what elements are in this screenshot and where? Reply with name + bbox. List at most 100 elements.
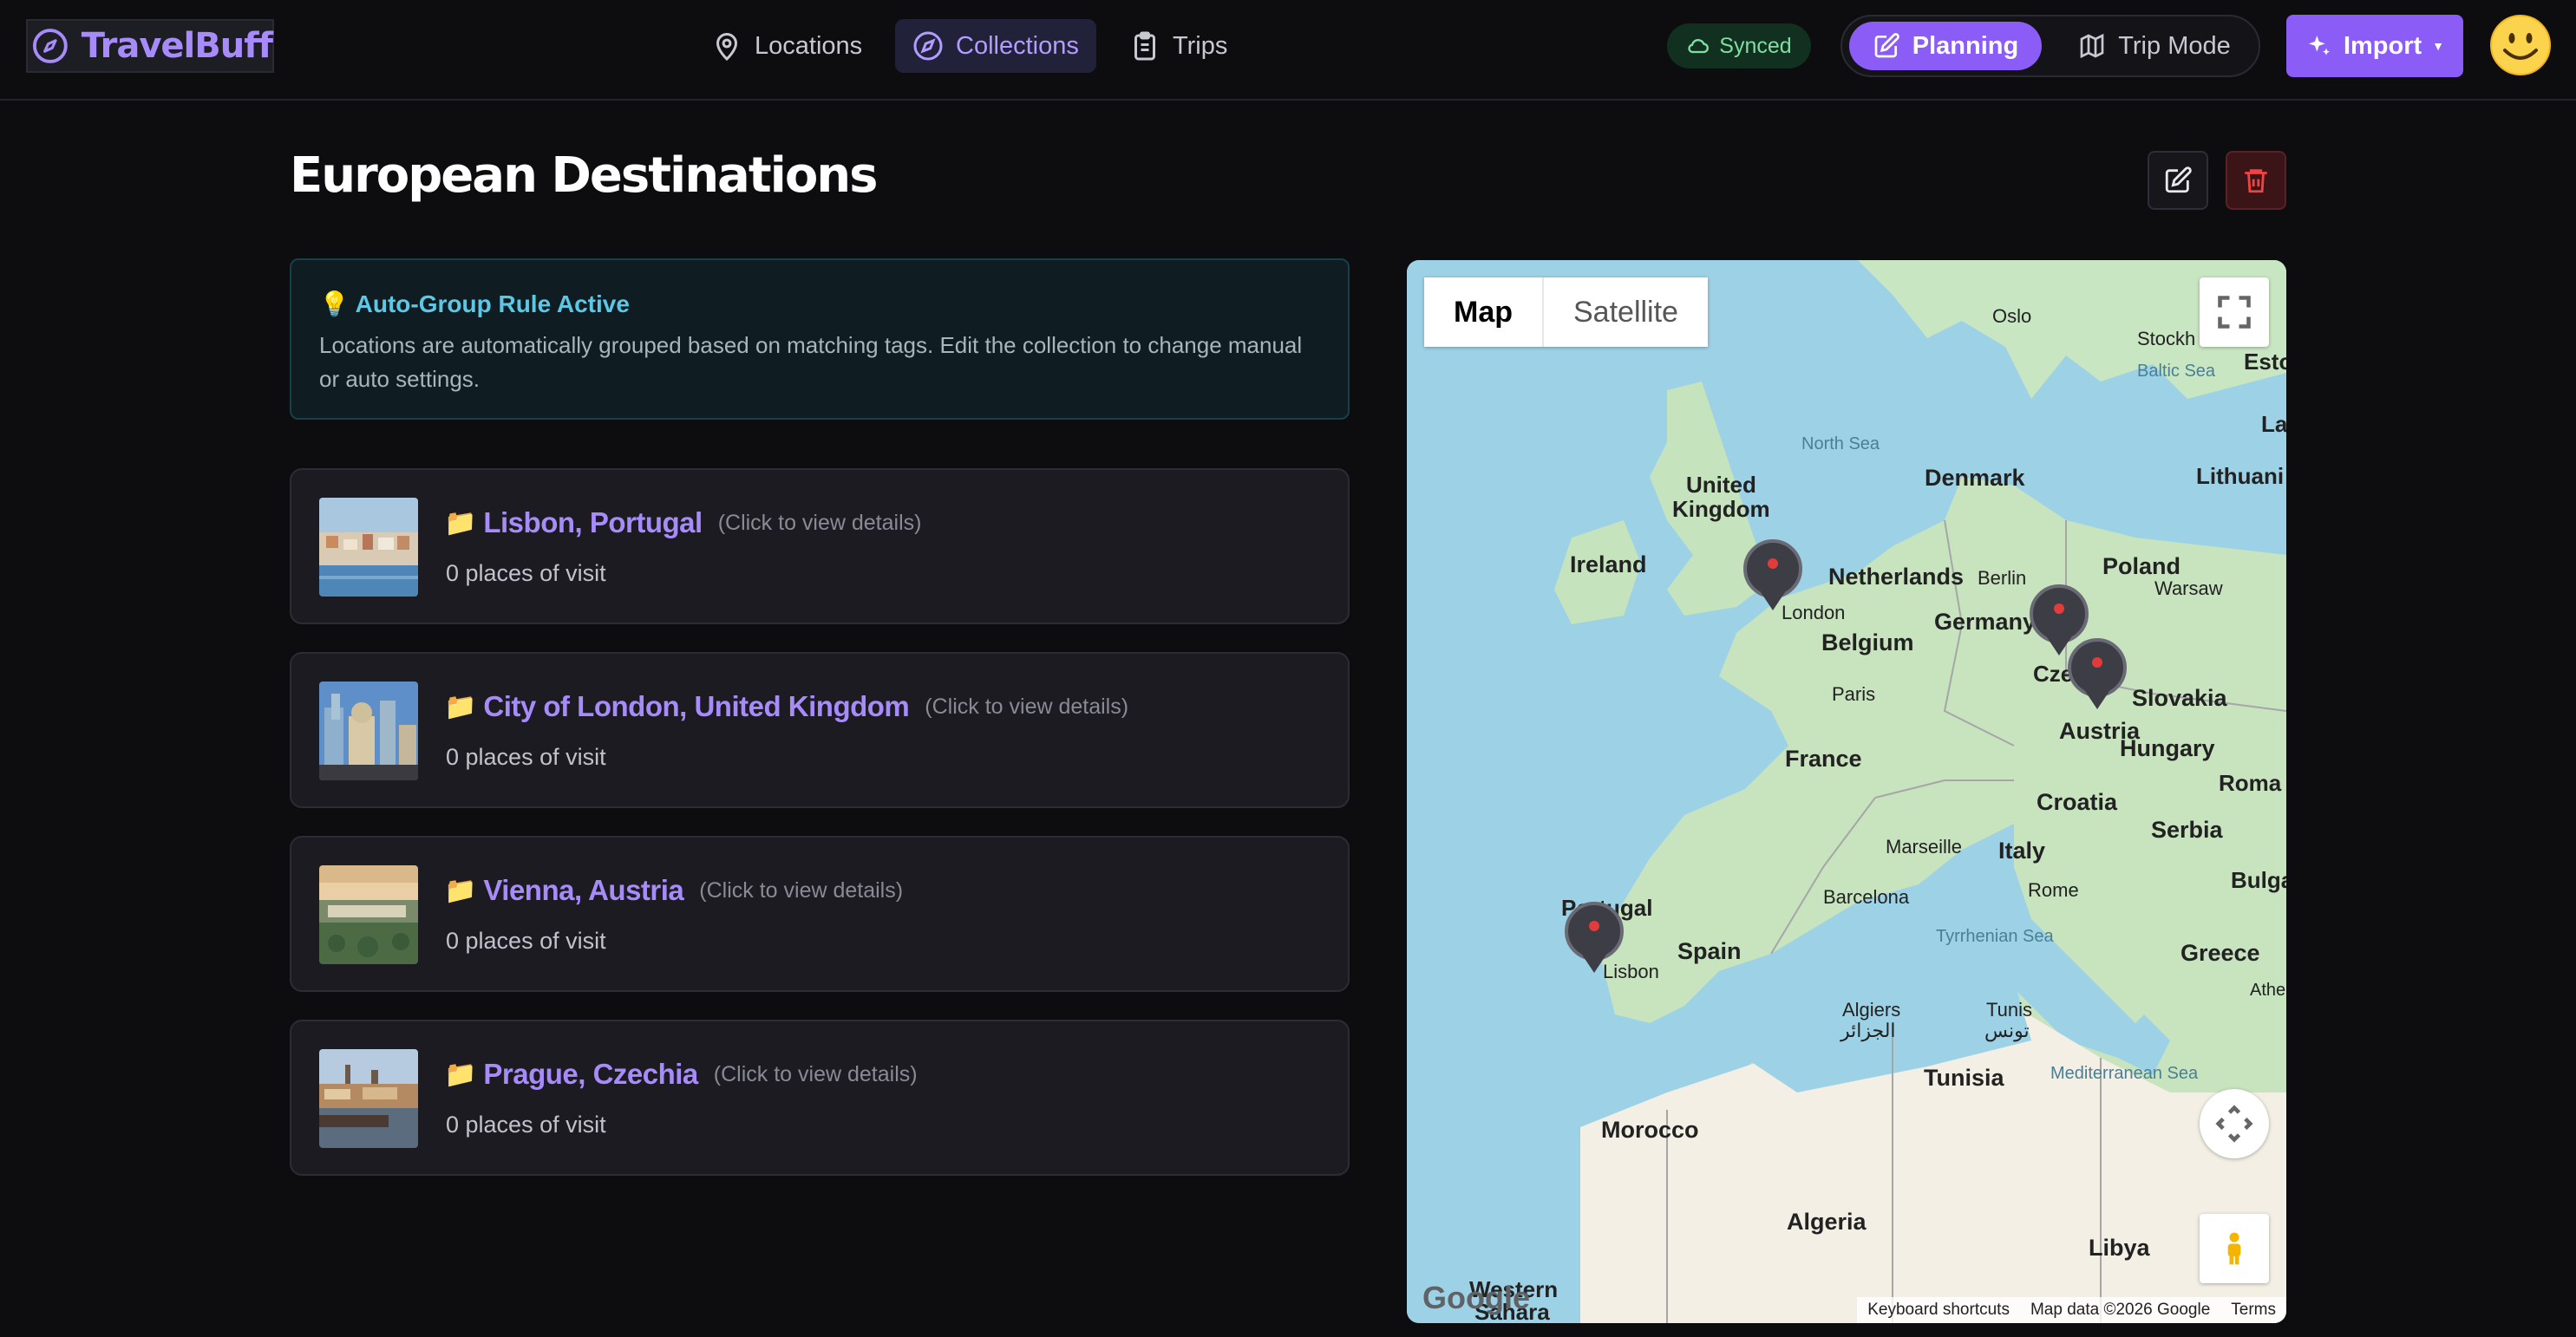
map-label: Stockh [2137,328,2195,349]
page-title: European Destinations [290,147,878,204]
move-arrows-icon [2215,1105,2253,1143]
tab-locations[interactable]: Locations [694,19,879,73]
terms-link[interactable]: Terms [2220,1301,2286,1320]
map-label: Croatia [2037,789,2118,815]
fullscreen-icon [2218,296,2251,329]
map-label: Marseille [1886,836,1962,858]
edit-icon [2165,166,2192,193]
map-label: Oslo [1992,305,2031,327]
map-label: Esto [2244,349,2286,375]
map-label: London [1782,602,1845,623]
collection-item-vienna[interactable]: 📁 Vienna, Austria (Click to view details… [290,836,1350,992]
view-details-hint: (Click to view details) [713,1061,918,1086]
map-label: Barcelona [1823,886,1910,908]
places-count: 0 places of visit [446,744,606,770]
map-type-control: Map Satellite [1424,277,1708,347]
clipboard-icon [1134,31,1155,61]
map-label: Germany [1934,609,2036,635]
map-label: Lat [2261,411,2286,437]
map-label: Roma [2219,770,2282,796]
pegman-icon [2227,1232,2241,1265]
map-label: Tyrrhenian Sea [1936,927,2055,946]
map-label: Morocco [1601,1117,1699,1143]
map-label: Denmark [1925,465,2026,491]
edit-square-icon [1874,33,1899,58]
street-view-pegman[interactable] [2200,1214,2269,1283]
view-details-hint: (Click to view details) [925,694,1129,719]
fullscreen-button[interactable] [2200,277,2269,347]
collection-item-title[interactable]: City of London, United Kingdom [483,690,909,723]
map-label: Serbia [2151,817,2224,843]
map-label: Berlin [1978,567,2026,589]
map-label: North Sea [1801,434,1880,453]
import-button[interactable]: Import ▼ [2286,15,2463,77]
london-thumbnail [319,682,418,780]
map-label: Hungary [2120,735,2215,761]
collection-item-london[interactable]: 📁 City of London, United Kingdom (Click … [290,652,1350,808]
map-label: Algiers [1842,999,1900,1021]
prague-thumbnail [319,1049,418,1148]
collection-item-lisbon[interactable]: 📁 Lisbon, Portugal (Click to view detail… [290,468,1350,624]
map-label: Algeria [1787,1209,1867,1235]
planning-mode-label: Planning [1912,31,2019,60]
collection-item-prague[interactable]: 📁 Prague, Czechia (Click to view details… [290,1020,1350,1176]
map-label: Kingdom [1672,496,1770,522]
sync-status-badge: Synced [1667,23,1811,68]
places-count: 0 places of visit [446,1112,606,1138]
tab-collections-label: Collections [956,31,1079,60]
rule-title: Auto-Group Rule Active [355,290,630,317]
map-label: الجزائر [1840,1020,1896,1042]
map-label: Italy [1998,838,2045,864]
map-label: Tunisia [1924,1065,2004,1091]
map-label: Mediterranean Sea [2050,1064,2199,1083]
collection-item-title[interactable]: Prague, Czechia [483,1058,698,1091]
map-label: Greece [2180,940,2260,966]
map-footer: Keyboard shortcuts Map data ©2026 Google… [1857,1297,2286,1323]
delete-collection-button[interactable] [2226,151,2286,210]
collection-item-title[interactable]: Lisbon, Portugal [483,506,703,539]
map-label: Tunis [1986,999,2032,1021]
sparkles-icon [2308,36,2330,55]
places-count: 0 places of visit [446,560,606,586]
map-label: Slovakia [2132,685,2228,711]
map-label: Warsaw [2154,577,2223,599]
trash-icon [2245,169,2267,193]
folder-icon: 📁 [444,692,477,721]
map-label: Poland [2102,553,2180,579]
map-type-satellite-button[interactable]: Satellite [1544,277,1708,347]
app-logo[interactable]: TravelBuff [26,19,274,73]
rule-description: Locations are automatically grouped base… [319,332,1303,392]
map-pin-icon [716,33,738,62]
map-canvas[interactable]: Oslo Stockh Esto Baltic Sea Lat North Se… [1407,260,2286,1323]
map-label: France [1785,746,1862,772]
map-label: Lisbon [1603,961,1659,982]
edit-collection-button[interactable] [2148,151,2208,210]
folder-icon: 📁 [444,508,477,538]
user-avatar[interactable] [2489,14,2552,76]
map-label: Athe [2250,981,2285,1000]
cloud-icon [1688,39,1710,54]
map-label: Bulga [2231,867,2286,893]
view-details-hint: (Click to view details) [717,510,922,535]
map-label: Cze [2033,661,2073,687]
map-icon [2080,33,2104,59]
lightbulb-icon: 💡 [319,290,350,317]
import-label: Import [2343,31,2422,60]
collection-map[interactable]: Oslo Stockh Esto Baltic Sea Lat North Se… [1407,260,2286,1323]
map-label: Baltic Sea [2137,362,2216,381]
tab-trips[interactable]: Trips [1112,19,1245,73]
map-label: United [1686,472,1756,498]
collection-item-title[interactable]: Vienna, Austria [483,874,683,907]
map-label: Rome [2028,879,2079,901]
auto-group-rule-notice: 💡 Auto-Group Rule Active Locations are a… [290,258,1350,420]
chevron-down-icon: ▼ [2432,39,2445,53]
trip-mode-button[interactable]: Trip Mode [2054,22,2255,70]
map-type-map-button[interactable]: Map [1424,277,1544,347]
tab-trips-label: Trips [1173,31,1228,60]
tab-collections[interactable]: Collections [895,19,1096,73]
folder-icon: 📁 [444,876,477,905]
keyboard-shortcuts-link[interactable]: Keyboard shortcuts [1857,1301,2020,1320]
map-label: تونس [1984,1020,2030,1042]
map-camera-control[interactable] [2200,1089,2269,1158]
planning-mode-button[interactable]: Planning [1849,22,2042,70]
